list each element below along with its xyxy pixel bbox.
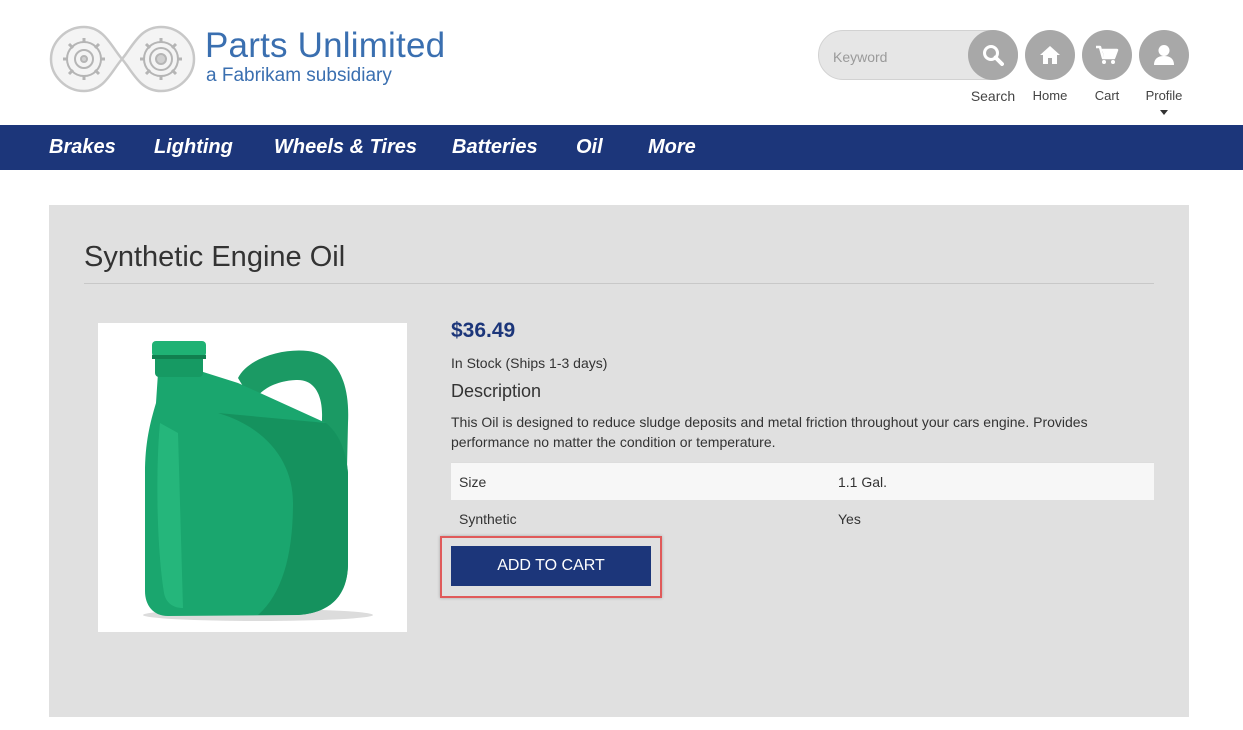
category-navbar: Brakes Lighting Wheels & Tires Batteries… xyxy=(0,125,1243,170)
title-divider xyxy=(84,283,1154,284)
product-price: $36.49 xyxy=(451,319,516,342)
brand-title[interactable]: Parts Unlimited xyxy=(205,26,445,66)
oil-jug-image xyxy=(143,341,373,621)
search-button[interactable] xyxy=(968,30,1018,80)
spec-value: Yes xyxy=(838,510,861,527)
nav-item-lighting[interactable]: Lighting xyxy=(154,125,233,170)
gears-logo-icon xyxy=(49,25,196,93)
search-icon xyxy=(983,45,1004,66)
home-button[interactable] xyxy=(1025,30,1075,80)
nav-item-oil[interactable]: Oil xyxy=(576,125,603,170)
spec-value: 1.1 Gal. xyxy=(830,462,1154,500)
nav-item-brakes[interactable]: Brakes xyxy=(49,125,116,170)
home-icon xyxy=(1040,46,1060,64)
spec-name: Synthetic xyxy=(459,510,517,527)
profile-icon xyxy=(1154,45,1174,65)
description-heading: Description xyxy=(451,381,542,401)
nav-item-more[interactable]: More xyxy=(648,125,696,170)
description-text: This Oil is designed to reduce sludge de… xyxy=(451,414,1088,450)
profile-button[interactable] xyxy=(1139,30,1189,80)
table-row: Size 1.1 Gal. xyxy=(451,462,1154,500)
spec-table: Size 1.1 Gal. Synthetic Yes xyxy=(451,462,1154,537)
cart-label[interactable]: Cart xyxy=(1077,88,1137,103)
profile-label[interactable]: Profile xyxy=(1134,88,1194,103)
product-title: Synthetic Engine Oil xyxy=(84,241,346,273)
add-to-cart-button[interactable]: ADD TO CART xyxy=(451,546,651,586)
product-image xyxy=(98,323,407,632)
search-label[interactable]: Search xyxy=(963,88,1023,104)
spec-name: Size xyxy=(451,462,830,500)
search-input[interactable] xyxy=(831,43,975,71)
caret-down-icon[interactable] xyxy=(1160,110,1168,115)
brand-subtitle: a Fabrikam subsidiary xyxy=(206,65,392,86)
home-label[interactable]: Home xyxy=(1020,88,1080,103)
table-row: Synthetic Yes xyxy=(451,500,1154,537)
cart-icon xyxy=(1096,45,1119,64)
stock-status: In Stock (Ships 1-3 days) xyxy=(451,355,608,371)
nav-item-wheels-tires[interactable]: Wheels & Tires xyxy=(274,125,417,170)
product-panel: Synthetic Engine Oil $36.49 In Stock (Sh… xyxy=(49,205,1189,717)
nav-item-batteries[interactable]: Batteries xyxy=(452,125,538,170)
cart-button[interactable] xyxy=(1082,30,1132,80)
brand-logo[interactable] xyxy=(49,24,196,94)
